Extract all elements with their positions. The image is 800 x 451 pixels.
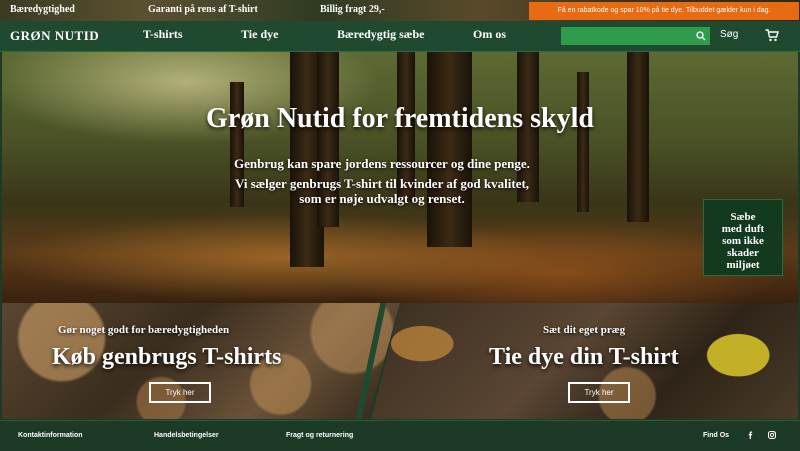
tree-trunk (427, 52, 472, 247)
promo-panel-tshirts: Gør noget godt for bæredygtigheden Køb g… (2, 303, 400, 419)
soap-promo-line: som ikke (722, 235, 764, 247)
promo-heading: Tie dye din T-shirt (489, 344, 679, 370)
nav-link-sustainable-soap[interactable]: Bæredygtig sæbe (337, 27, 424, 42)
hero-banner: Grøn Nutid for fremtidens skyld Genbrug … (2, 52, 798, 303)
hero-subtitle-line: Vi sælger genbrugs T-shirt til kvinder a… (234, 176, 530, 191)
promo-tagline: Sæt dit eget præg (543, 324, 626, 336)
footer-link-shipping-returns[interactable]: Fragt og returnering (286, 432, 353, 439)
tie-dye-button[interactable]: Tryk her (568, 382, 630, 403)
cart-icon[interactable] (765, 29, 779, 42)
footer-find-us: Find Os (703, 432, 730, 439)
search-icon[interactable] (695, 30, 707, 42)
footer: Kontaktinformation Handelsbetingelser Fr… (0, 420, 800, 451)
soap-promo-line: miljøet (726, 259, 760, 271)
promo-section: Gør noget godt for bæredygtigheden Køb g… (2, 303, 798, 419)
main-navigation: GRØN NUTID T-shirts Tie dye Bæredygtig s… (0, 21, 800, 52)
topbar-item-sustainability: Bæredygtighed (10, 4, 75, 15)
promo-tagline: Gør noget godt for bæredygtigheden (58, 324, 230, 336)
soap-promo-line: skader (727, 247, 759, 259)
brand-logo[interactable]: GRØN NUTID (10, 28, 99, 44)
footer-link-contact[interactable]: Kontaktinformation (18, 432, 83, 439)
hero-subtitle-line: som er nøje udvalgt og renset. (299, 191, 465, 206)
topbar-item-shipping: Billig fragt 29,- (320, 4, 385, 15)
nav-link-tshirts[interactable]: T-shirts (143, 27, 183, 42)
promo-panel-tie-dye: Sæt dit eget præg Tie dye din T-shirt Tr… (371, 303, 798, 419)
promo-heading: Køb genbrugs T-shirts (52, 344, 282, 370)
search-button[interactable]: Søg (720, 29, 738, 40)
nav-link-about[interactable]: Om os (473, 27, 506, 42)
search-input[interactable] (561, 27, 710, 45)
soap-promo-box[interactable]: Sæbe med duft som ikke skader miljøet (703, 199, 783, 276)
hero-subtitle-line: Genbrug kan spare jordens ressourcer og … (234, 156, 530, 171)
nav-link-tie-dye[interactable]: Tie dye (241, 27, 278, 42)
topbar-item-guarantee: Garanti på rens af T-shirt (148, 4, 258, 15)
facebook-icon[interactable] (746, 430, 756, 440)
soap-promo-line: Sæbe (730, 211, 756, 223)
discount-promo-banner[interactable]: Få en rabatkode og spar 10% på tie dye. … (529, 2, 799, 20)
buy-tshirts-button[interactable]: Tryk her (149, 382, 211, 403)
instagram-icon[interactable] (767, 430, 777, 440)
soap-promo-line: med duft (721, 223, 765, 235)
top-announcement-bar: Bæredygtighed Garanti på rens af T-shirt… (0, 0, 800, 21)
hero-title: Grøn Nutid for fremtidens skyld (206, 103, 594, 134)
footer-link-terms[interactable]: Handelsbetingelser (154, 432, 219, 439)
